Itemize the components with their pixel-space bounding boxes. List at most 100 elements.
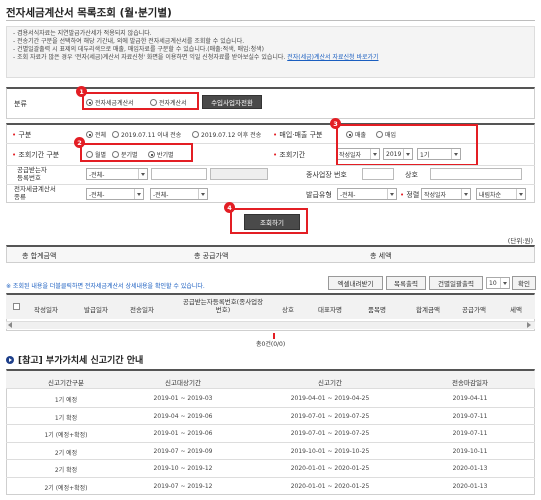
chevron-down-icon: [198, 189, 206, 199]
issue-type-label: 발급유형: [306, 191, 332, 199]
supplier-reg-input[interactable]: [151, 168, 207, 180]
ref-cell: 2019-07-01 ~ 2019-07-25: [290, 412, 370, 420]
supplier-select[interactable]: -전체-: [86, 168, 148, 180]
result-count: 총0건(0/0): [256, 341, 286, 348]
step-badge-3: 3: [330, 118, 341, 129]
row-divider: [6, 184, 535, 185]
step-badge-2: 2: [74, 137, 85, 148]
ref-period-type: 1기 예정: [54, 397, 78, 404]
step-badge-1: 1: [76, 86, 87, 97]
company-input[interactable]: [430, 168, 522, 180]
ref-cell: 2019-04 ~ 2019-06: [153, 412, 213, 420]
chevron-down-icon: [516, 189, 524, 199]
scroll-left-icon[interactable]: [8, 322, 12, 328]
ref-cell: 2019-07-11: [452, 430, 488, 437]
highlight-box-2: [80, 143, 193, 162]
ref-period-type: 2기 확정: [54, 467, 78, 474]
horizontal-scrollbar[interactable]: [6, 321, 535, 329]
column-header: 세액: [510, 306, 522, 314]
ref-period-type: 2기 (예정+확정): [44, 484, 88, 492]
column-header: 합계금액: [416, 306, 440, 314]
arrow-circle-icon: [6, 355, 14, 364]
print-list-button[interactable]: 목록출력: [386, 276, 426, 290]
step-badge-4: 4: [224, 202, 235, 213]
reference-section-title: [참고] 부가가치세 신고기간 안내: [6, 353, 143, 366]
highlight-box-3: [336, 124, 478, 166]
sort-order-select[interactable]: 내림차순: [476, 188, 526, 200]
range-label: • 조회기간: [273, 151, 306, 159]
data-request-link[interactable]: 전자(세금)계산서 자료신청 바로가기: [287, 54, 378, 61]
issue-type-select[interactable]: -전체-: [337, 188, 397, 200]
trade-type-label: • 매입·매출 구분: [273, 131, 323, 139]
ref-cell: 2020-01-01 ~ 2020-01-25: [290, 482, 370, 490]
ref-cell: 2019-01 ~ 2019-06: [153, 430, 213, 437]
ref-cell: 2020-01-13: [452, 482, 488, 490]
import-business-switch-button[interactable]: 수입사업자전환: [202, 95, 262, 109]
supply-amount-label: 총 공급가액: [194, 252, 229, 260]
ref-cell: 2020-01-13: [452, 465, 488, 472]
unit-label: (단위:원): [507, 237, 533, 245]
type-label: • 구분: [12, 131, 32, 139]
confirm-button[interactable]: 확인: [512, 276, 536, 290]
totals-bar: [6, 245, 535, 263]
notice-line: - 겸용서식자료는 지연발급가산세가 적용되지 않습니다.: [13, 30, 152, 37]
radio-type-after[interactable]: 2019.07.12 이후 전송: [192, 130, 261, 139]
ref-cell: 2019-10-11: [452, 447, 488, 455]
branch-number-input[interactable]: [362, 168, 394, 180]
supplier-reg-label: 공급받는자 등록번호: [17, 166, 47, 182]
list-notice: ※ 조회된 내용을 더블클릭하면 전자세금계산서 상세내용을 확인할 수 있습니…: [6, 283, 205, 290]
scroll-right-icon[interactable]: [527, 322, 531, 328]
ref-period-type: 1기 확정: [54, 414, 78, 422]
column-header: 공급받는자등록번호(종사업장 번호): [182, 298, 264, 314]
ref-period-type: 2기 예정: [54, 449, 78, 457]
chevron-down-icon: [138, 169, 146, 179]
period-type-label: • 조회기간 구분: [12, 151, 60, 159]
row-divider: [6, 165, 535, 166]
ref-row-divider: [6, 406, 535, 408]
ref-cell: 2019-04-11: [452, 395, 488, 402]
ref-cell: 2019-07-11: [452, 412, 488, 420]
title-divider: [6, 20, 535, 21]
column-header: 작성일자: [34, 306, 58, 314]
supplier-reg-input-disabled: [210, 168, 268, 180]
column-header: 전송일자: [130, 306, 154, 314]
sort-field-select[interactable]: 작성일자: [421, 188, 471, 200]
ref-column-header: 신고대상기간: [165, 379, 201, 387]
ref-cell: 2019-10-01 ~ 2019-10-25: [290, 447, 370, 455]
classification-label: 분류: [14, 100, 27, 108]
ref-cell: 2019-04-01 ~ 2019-04-25: [290, 395, 370, 402]
invoice-kind-label: 전자세금계산서 종류: [14, 185, 56, 201]
ref-row-divider: [6, 424, 535, 425]
ref-row-divider: [6, 459, 535, 460]
print-batch-button[interactable]: 건별일괄출력: [429, 276, 483, 290]
column-header: 품목명: [368, 306, 386, 314]
ref-cell: 2019-07 ~ 2019-12: [153, 482, 213, 490]
ref-column-header: 신고기간: [318, 379, 342, 387]
kind-select-1[interactable]: -전체-: [86, 188, 144, 200]
radio-type-before[interactable]: 2019.07.11 이내 전송: [112, 130, 181, 139]
column-header: 대표자명: [318, 306, 342, 314]
ref-period-type: 1기 (예정+확정): [44, 432, 88, 439]
chevron-down-icon: [461, 189, 469, 199]
sort-label: • 정렬: [400, 191, 420, 199]
highlight-box-1: [82, 92, 199, 110]
radio-type-all[interactable]: 전체: [86, 130, 106, 139]
page-size-select[interactable]: 10: [486, 277, 510, 289]
notice-box: - 겸용서식자료는 지연발급가산세가 적용되지 않습니다. - 전송기간 구분을…: [6, 26, 535, 78]
page-title: 전자세금계산서 목록조회 (월·분기별): [6, 7, 172, 19]
ref-column-header: 신고기간구분: [48, 379, 84, 387]
chevron-down-icon: [134, 189, 142, 199]
tax-amount-label: 총 세액: [370, 252, 392, 260]
ref-column-header: 전송마감일자: [452, 379, 488, 387]
select-all-checkbox[interactable]: [13, 303, 20, 310]
excel-download-button[interactable]: 엑셀내려받기: [328, 276, 383, 290]
chevron-down-icon: [500, 278, 508, 288]
column-header: 상호: [282, 306, 294, 314]
kind-select-2[interactable]: -전체-: [150, 188, 208, 200]
branch-number-label: 종사업장 번호: [306, 171, 347, 179]
chevron-down-icon: [387, 189, 395, 199]
ref-row-divider: [6, 476, 535, 478]
notice-line: - 건별일괄출력 시 표제의 데두리색으로 매출, 매입자료를 구분할 수 있습…: [13, 46, 264, 53]
notice-line: - 전송기간 구분을 선택하여 해당 기간내, 외에 발급한 전자세금계산서를 …: [13, 38, 245, 45]
ref-cell: 2019-01 ~ 2019-03: [153, 395, 213, 402]
